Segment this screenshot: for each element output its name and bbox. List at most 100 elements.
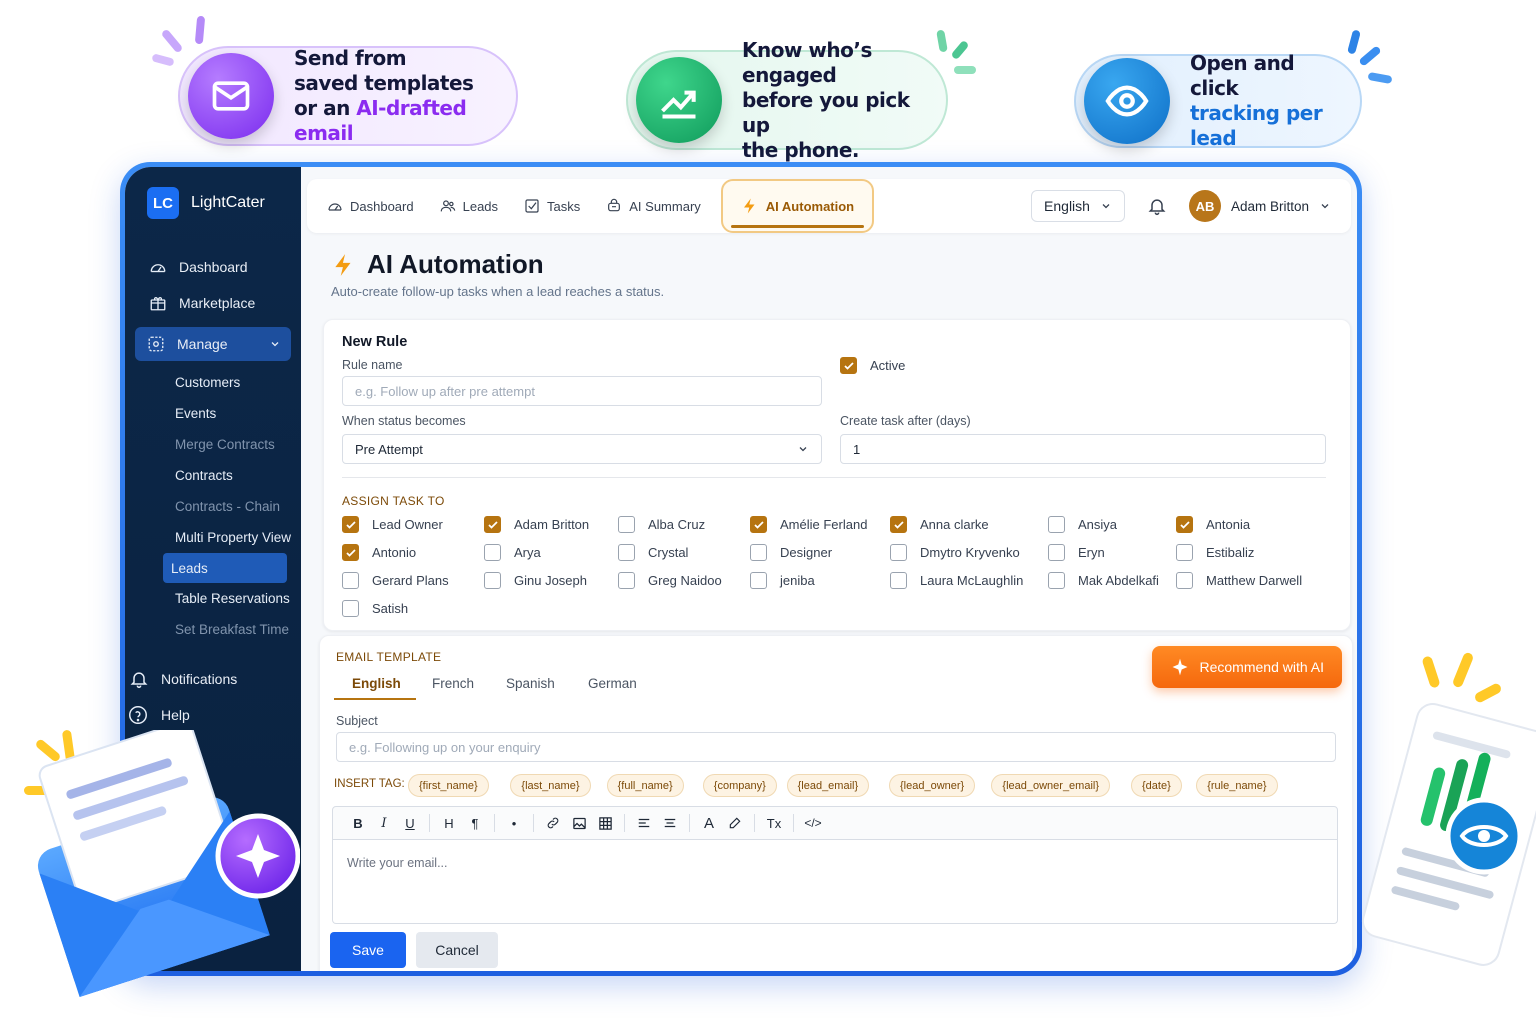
- bell-icon[interactable]: [1147, 196, 1167, 216]
- assignee-option[interactable]: Satish: [342, 600, 408, 617]
- assignee-option[interactable]: Matthew Darwell: [1176, 572, 1302, 589]
- assignee-option[interactable]: Estibaliz: [1176, 544, 1254, 561]
- insert-tag-chip[interactable]: {rule_name}: [1196, 774, 1278, 797]
- assignee-checkbox[interactable]: [484, 516, 501, 533]
- subject-input[interactable]: e.g. Following up on your enquiry: [336, 732, 1336, 762]
- assignee-checkbox[interactable]: [484, 572, 501, 589]
- tab-ai-automation[interactable]: AI Automation: [720, 179, 875, 233]
- sidebar-subitem-customers[interactable]: Customers: [125, 367, 301, 398]
- assignee-option[interactable]: Arya: [484, 544, 541, 561]
- assignee-option[interactable]: Dmytro Kryvenko: [890, 544, 1020, 561]
- image-button[interactable]: [566, 810, 592, 836]
- sidebar-subitem-multi-property-view[interactable]: Multi Property View: [125, 522, 301, 553]
- assignee-checkbox[interactable]: [618, 572, 635, 589]
- sidebar-subitem-contracts[interactable]: Contracts: [125, 460, 301, 491]
- assignee-option[interactable]: Ansiya: [1048, 516, 1117, 533]
- assignee-option[interactable]: Greg Naidoo: [618, 572, 722, 589]
- language-tab-german[interactable]: German: [588, 676, 637, 691]
- assignee-option[interactable]: Adam Britton: [484, 516, 589, 533]
- rule-name-input[interactable]: e.g. Follow up after pre attempt: [342, 376, 822, 406]
- assignee-checkbox[interactable]: [1048, 516, 1065, 533]
- text-color-button[interactable]: A: [696, 810, 722, 836]
- assignee-checkbox[interactable]: [1176, 516, 1193, 533]
- assignee-checkbox[interactable]: [484, 544, 501, 561]
- tab-leads[interactable]: Leads: [440, 198, 498, 214]
- italic-button[interactable]: I: [371, 810, 397, 836]
- language-tab-english[interactable]: English: [352, 676, 401, 691]
- active-toggle[interactable]: Active: [840, 357, 905, 374]
- assignee-checkbox[interactable]: [342, 600, 359, 617]
- assignee-checkbox[interactable]: [750, 572, 767, 589]
- assignee-checkbox[interactable]: [750, 544, 767, 561]
- assignee-checkbox[interactable]: [890, 544, 907, 561]
- assignee-option[interactable]: Crystal: [618, 544, 688, 561]
- sidebar-subitem-table-reservations[interactable]: Table Reservations: [125, 583, 301, 614]
- heading-button[interactable]: H: [436, 810, 462, 836]
- assignee-checkbox[interactable]: [618, 516, 635, 533]
- insert-tag-chip[interactable]: {company}: [702, 774, 777, 797]
- sidebar-subitem-set-breakfast-time[interactable]: Set Breakfast Time: [125, 614, 301, 645]
- sidebar-item-notifications[interactable]: Notifications: [125, 661, 301, 697]
- insert-tag-chip[interactable]: {first_name}: [408, 774, 489, 797]
- assignee-option[interactable]: Laura McLaughlin: [890, 572, 1023, 589]
- sidebar-subitem-contracts-chain[interactable]: Contracts - Chain: [125, 491, 301, 522]
- language-select[interactable]: English: [1031, 190, 1125, 222]
- insert-tag-chip[interactable]: {lead_owner}: [889, 774, 976, 797]
- tab-ai-summary[interactable]: AI Summary: [606, 198, 701, 214]
- assignee-checkbox[interactable]: [1176, 572, 1193, 589]
- align-center-button[interactable]: [657, 810, 683, 836]
- table-button[interactable]: [592, 810, 618, 836]
- language-tab-spanish[interactable]: Spanish: [506, 676, 555, 691]
- assignee-option[interactable]: Alba Cruz: [618, 516, 705, 533]
- code-view-button[interactable]: </>: [800, 810, 826, 836]
- insert-tag-chip[interactable]: {lead_owner_email}: [991, 774, 1111, 797]
- assignee-option[interactable]: Eryn: [1048, 544, 1105, 561]
- bold-button[interactable]: B: [345, 810, 371, 836]
- tab-dashboard[interactable]: Dashboard: [327, 198, 414, 214]
- assignee-checkbox[interactable]: [342, 544, 359, 561]
- sidebar-subitem-leads[interactable]: Leads: [163, 553, 287, 583]
- assignee-checkbox[interactable]: [750, 516, 767, 533]
- sidebar-item-help[interactable]: Help: [125, 697, 301, 733]
- insert-tag-chip[interactable]: {date}: [1131, 774, 1182, 797]
- sidebar-subitem-events[interactable]: Events: [125, 398, 301, 429]
- save-button[interactable]: Save: [330, 932, 406, 968]
- assignee-checkbox[interactable]: [890, 516, 907, 533]
- sidebar-item-dashboard[interactable]: Dashboard: [125, 249, 301, 285]
- assignee-checkbox[interactable]: [618, 544, 635, 561]
- assignee-option[interactable]: Anna clarke: [890, 516, 989, 533]
- active-checkbox[interactable]: [840, 357, 857, 374]
- highlight-button[interactable]: [722, 810, 748, 836]
- assignee-option[interactable]: Gerard Plans: [342, 572, 449, 589]
- clear-format-button[interactable]: Tx: [761, 810, 787, 836]
- assignee-option[interactable]: Antonio: [342, 544, 416, 561]
- assignee-checkbox[interactable]: [342, 516, 359, 533]
- cancel-button[interactable]: Cancel: [416, 932, 498, 968]
- assignee-option[interactable]: Designer: [750, 544, 832, 561]
- bullet-list-button[interactable]: •: [501, 810, 527, 836]
- paragraph-button[interactable]: ¶: [462, 810, 488, 836]
- assignee-option[interactable]: Antonia: [1176, 516, 1250, 533]
- assignee-option[interactable]: Lead Owner: [342, 516, 443, 533]
- insert-tag-chip[interactable]: {full_name}: [606, 774, 684, 797]
- assignee-option[interactable]: Amélie Ferland: [750, 516, 867, 533]
- assignee-checkbox[interactable]: [1048, 572, 1065, 589]
- assignee-option[interactable]: jeniba: [750, 572, 815, 589]
- assignee-option[interactable]: Mak Abdelkafi: [1048, 572, 1159, 589]
- insert-tag-chip[interactable]: {last_name}: [510, 774, 591, 797]
- align-left-button[interactable]: [631, 810, 657, 836]
- language-tab-french[interactable]: French: [432, 676, 474, 691]
- status-select[interactable]: Pre Attempt: [342, 434, 822, 464]
- recommend-ai-button[interactable]: Recommend with AI: [1151, 646, 1342, 688]
- underline-button[interactable]: U: [397, 810, 423, 836]
- assignee-checkbox[interactable]: [1048, 544, 1065, 561]
- insert-tag-chip[interactable]: {lead_email}: [786, 774, 870, 797]
- tab-tasks[interactable]: Tasks: [524, 198, 580, 214]
- days-input[interactable]: 1: [840, 434, 1326, 464]
- assignee-option[interactable]: Ginu Joseph: [484, 572, 587, 589]
- user-menu[interactable]: AB Adam Britton: [1188, 190, 1331, 222]
- assignee-checkbox[interactable]: [1176, 544, 1193, 561]
- assignee-checkbox[interactable]: [342, 572, 359, 589]
- sidebar-item-marketplace[interactable]: Marketplace: [125, 285, 301, 321]
- sidebar-item-manage[interactable]: Manage: [135, 327, 291, 361]
